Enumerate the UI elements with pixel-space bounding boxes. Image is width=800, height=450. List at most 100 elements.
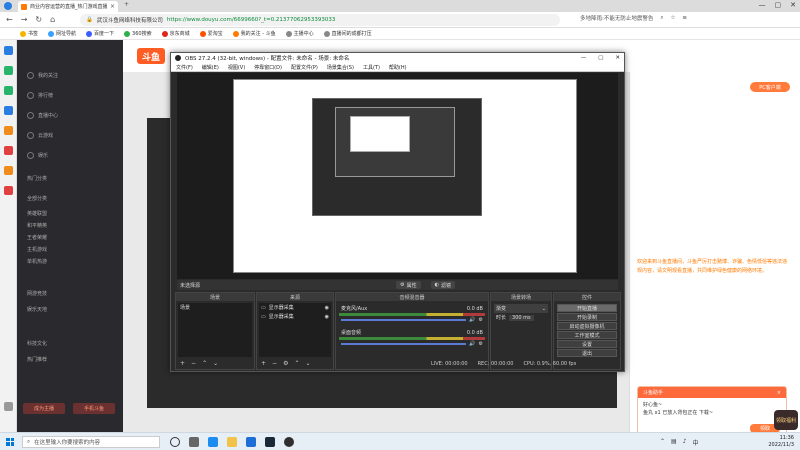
properties-button[interactable]: ⚙ 属性 [396,281,421,289]
menu-docks[interactable]: 停靠窗口(D) [254,64,282,71]
gear-icon[interactable]: ⚙ [479,341,483,347]
sidebar-section[interactable]: 热门分类 [27,175,47,182]
mobile-douyu-button[interactable]: 手机斗鱼 [73,403,115,414]
app-icon[interactable] [4,126,13,135]
sidebar-item[interactable]: 我的关注 [27,72,58,79]
sidebar-section[interactable]: 全部分类 [27,195,47,202]
gift-badge[interactable]: 领取福利 [774,410,798,430]
task-view-icon[interactable] [189,437,199,447]
app-icon[interactable] [4,146,13,155]
sidebar-item[interactable]: 英雄联盟 [27,210,47,217]
eye-icon[interactable]: ◉ [325,314,329,320]
back-icon[interactable]: ← [6,15,13,24]
sidebar-item[interactable]: 娱乐 [27,152,48,159]
obs-app-icon[interactable] [284,437,294,447]
sidebar-item[interactable]: 王者荣耀 [27,234,47,241]
browser-app-icon[interactable] [246,437,256,447]
app-icon[interactable] [4,46,13,55]
app-icon[interactable] [4,66,13,75]
studio-mode-button[interactable]: 工作室模式 [557,331,617,339]
bookmark-item[interactable]: 爱淘宝 [199,30,223,37]
app-icon[interactable] [4,186,13,195]
down-icon[interactable]: ⌄ [213,360,218,367]
add-icon[interactable]: + [261,360,266,367]
obs-maximize-button[interactable]: ▢ [598,55,603,61]
sidebar-item[interactable]: 和平精英 [27,222,47,229]
forward-icon[interactable]: → [21,15,28,24]
down-icon[interactable]: ⌄ [305,360,310,367]
clock[interactable]: 11:36 2022/11/3 [768,435,794,449]
menu-file[interactable]: 文件(F) [176,64,193,71]
obs-preview[interactable] [177,73,618,279]
bookmark-item[interactable]: 我的关注 - 斗鱼 [232,30,276,37]
menu-icon[interactable]: ≡ [682,15,687,21]
sidebar-item[interactable]: 娱乐天地 [27,306,47,313]
volume-slider[interactable] [341,319,467,321]
volume-slider[interactable] [341,343,467,345]
bookmark-item[interactable]: 主播中心 [285,30,314,37]
menu-tools[interactable]: 工具(T) [363,64,380,71]
add-icon[interactable] [4,402,13,411]
remove-icon[interactable]: − [191,360,196,367]
source-item[interactable]: ▭ 显示器采集 ◉ [259,312,331,321]
obs-minimize-button[interactable]: — [581,55,587,61]
remove-icon[interactable]: − [272,360,277,367]
edge-icon[interactable] [208,437,218,447]
gear-icon[interactable]: ⚙ [283,360,288,367]
eye-icon[interactable]: ◉ [325,305,329,311]
search-icon[interactable]: ⌕ [660,15,663,22]
maximize-button[interactable]: ▢ [775,1,782,9]
duration-input[interactable]: 300 ms [509,314,534,321]
scene-item[interactable]: 场景 [178,303,252,312]
cortana-icon[interactable] [170,437,180,447]
menu-edit[interactable]: 编辑(E) [202,64,219,71]
home-icon[interactable]: ⌂ [50,15,55,24]
app-icon[interactable] [4,166,13,175]
url-input[interactable]: 🔒 武汉斗鱼网络科技有限公司 https://www.douyu.com/669… [80,14,560,26]
add-icon[interactable]: + [180,360,185,367]
menu-scene-collection[interactable]: 场景集合(S) [327,64,354,71]
become-streamer-button[interactable]: 成为主播 [23,403,65,414]
volume-icon[interactable]: ♪ [683,438,687,447]
start-recording-button[interactable]: 开始录制 [557,313,617,321]
windows-start-icon[interactable] [3,435,17,449]
up-icon[interactable]: ⌃ [294,360,299,367]
new-tab-button[interactable]: + [124,1,129,8]
refresh-icon[interactable]: ↻ [35,15,42,24]
sidebar-item[interactable]: 科技文化 [27,340,47,347]
up-icon[interactable]: ⌃ [202,360,207,367]
bookmark-item[interactable]: 直播间的成都打压 [323,30,372,37]
bookmark-item[interactable]: 360搜索 [124,30,152,37]
speaker-icon[interactable]: 🔊 [469,341,475,347]
network-icon[interactable]: ▤ [671,438,677,447]
chevron-up-icon[interactable]: ⌃ [660,438,665,447]
gear-icon[interactable]: ⚙ [479,317,483,323]
close-window-button[interactable]: ✕ [790,1,796,9]
sidebar-item[interactable]: 直播中心 [27,112,58,119]
menu-view[interactable]: 视图(V) [228,64,245,71]
transition-select[interactable]: 渐变 ⌄ [494,304,548,313]
file-explorer-icon[interactable] [227,437,237,447]
bookmark-item[interactable]: 网址导航 [48,30,76,37]
close-tab-icon[interactable]: × [110,3,115,10]
filters-button[interactable]: ◐ 滤镜 [430,281,455,289]
sidebar-item[interactable]: 排行榜 [27,92,53,99]
douyu-logo[interactable]: 斗鱼 [137,48,165,64]
star-icon[interactable]: ☆ [670,15,675,21]
settings-button[interactable]: 设置 [557,340,617,348]
virtual-camera-button[interactable]: 启动虚拟摄像机 [557,322,617,330]
bookmark-item[interactable]: 京东商城 [161,30,190,37]
pc-client-button[interactable]: PC客户端 [750,82,790,92]
ime-indicator[interactable]: 中 [693,438,699,447]
bookmark-item[interactable]: 百度一下 [86,30,114,37]
source-item[interactable]: ▭ 显示器采集 ◉ [259,303,331,312]
browser-tab[interactable]: 商业内容运营的直播_热门游戏直播 × [18,1,118,12]
taskbar-search[interactable]: ⌕ 在这里输入你要搜索的内容 [22,436,160,448]
sidebar-item[interactable]: 云游戏 [27,132,53,139]
menu-profile[interactable]: 配置文件(P) [291,64,318,71]
sidebar-item[interactable]: 单机热游 [27,258,47,265]
wechat-icon[interactable] [4,86,13,95]
news-ticker[interactable]: 多地降雨:不能无防止地震警告 [580,14,653,22]
popup-close-icon[interactable]: × [777,390,781,396]
sidebar-item[interactable]: 主机游戏 [27,246,47,253]
